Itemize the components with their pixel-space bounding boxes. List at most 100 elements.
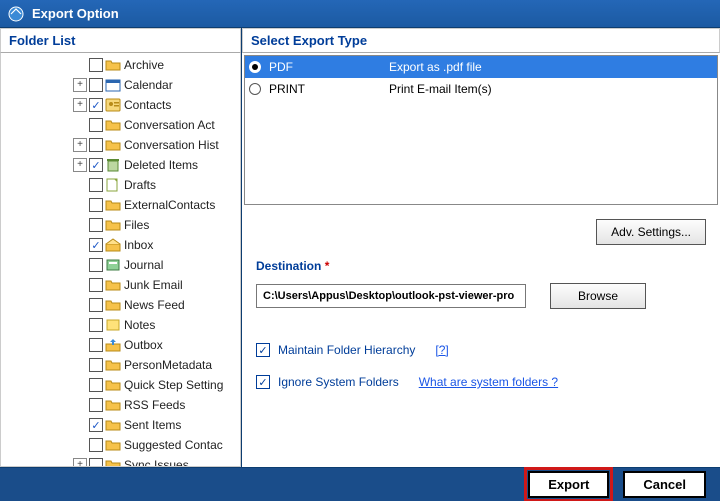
- maintain-hierarchy-checkbox[interactable]: ✓: [256, 343, 270, 357]
- folder-icon: [105, 278, 121, 292]
- folder-icon: [105, 418, 121, 432]
- adv-settings-button[interactable]: Adv. Settings...: [596, 219, 706, 245]
- export-radio[interactable]: [249, 61, 261, 73]
- folder-icon: [105, 358, 121, 372]
- folder-checkbox[interactable]: ✓: [89, 98, 103, 112]
- folder-checkbox[interactable]: [89, 78, 103, 92]
- tree-item[interactable]: +✓Contacts: [1, 95, 241, 115]
- folder-checkbox[interactable]: [89, 318, 103, 332]
- folder-checkbox[interactable]: [89, 278, 103, 292]
- folder-label: Conversation Act: [124, 118, 215, 132]
- export-desc: Export as .pdf file: [389, 60, 482, 74]
- folder-checkbox[interactable]: [89, 398, 103, 412]
- system-folders-link[interactable]: What are system folders ?: [419, 375, 558, 389]
- trash-icon: [105, 158, 121, 172]
- folder-checkbox[interactable]: [89, 58, 103, 72]
- drafts-icon: [105, 178, 121, 192]
- tree-item[interactable]: Archive: [1, 55, 241, 75]
- required-star: *: [325, 259, 330, 273]
- ignore-system-checkbox[interactable]: ✓: [256, 375, 270, 389]
- cancel-button[interactable]: Cancel: [623, 471, 706, 498]
- journal-icon: [105, 258, 121, 272]
- maintain-help-link[interactable]: [?]: [435, 343, 448, 357]
- tree-item[interactable]: +✓Deleted Items: [1, 155, 241, 175]
- expand-icon[interactable]: +: [73, 98, 87, 112]
- export-radio[interactable]: [249, 83, 261, 95]
- folder-checkbox[interactable]: [89, 378, 103, 392]
- inbox-icon: [105, 238, 121, 252]
- folder-checkbox[interactable]: ✓: [89, 418, 103, 432]
- tree-item[interactable]: Drafts: [1, 175, 241, 195]
- tree-item[interactable]: ✓Inbox: [1, 235, 241, 255]
- tree-item[interactable]: Outbox: [1, 335, 241, 355]
- tree-item[interactable]: Journal: [1, 255, 241, 275]
- tree-item[interactable]: ExternalContacts: [1, 195, 241, 215]
- folder-icon: [105, 58, 121, 72]
- browse-button[interactable]: Browse: [550, 283, 646, 309]
- expand-icon[interactable]: +: [73, 138, 87, 152]
- tree-item[interactable]: Quick Step Setting: [1, 375, 241, 395]
- tree-item[interactable]: ✓Sent Items: [1, 415, 241, 435]
- export-type-list: PDF Export as .pdf file PRINT Print E-ma…: [244, 55, 718, 205]
- export-type-header: Select Export Type: [242, 28, 720, 53]
- folder-checkbox[interactable]: [89, 218, 103, 232]
- tree-item[interactable]: Files: [1, 215, 241, 235]
- export-type-row[interactable]: PDF Export as .pdf file: [245, 56, 717, 78]
- expand-icon[interactable]: +: [73, 158, 87, 172]
- expand-icon[interactable]: +: [73, 78, 87, 92]
- folder-label: Quick Step Setting: [124, 378, 223, 392]
- folder-checkbox[interactable]: [89, 118, 103, 132]
- folder-checkbox[interactable]: [89, 258, 103, 272]
- destination-label: Destination *: [242, 255, 720, 277]
- destination-input[interactable]: [256, 284, 526, 308]
- ignore-system-option[interactable]: ✓ Ignore System Folders What are system …: [256, 375, 720, 389]
- folder-checkbox[interactable]: [89, 138, 103, 152]
- tree-item[interactable]: +Conversation Hist: [1, 135, 241, 155]
- folder-label: PersonMetadata: [124, 358, 212, 372]
- export-type-row[interactable]: PRINT Print E-mail Item(s): [245, 78, 717, 100]
- folder-icon: [105, 218, 121, 232]
- tree-item[interactable]: PersonMetadata: [1, 355, 241, 375]
- folder-icon: [105, 298, 121, 312]
- folder-label: Junk Email: [124, 278, 183, 292]
- folder-checkbox[interactable]: [89, 178, 103, 192]
- expand-icon[interactable]: +: [73, 458, 87, 467]
- tree-item[interactable]: Conversation Act: [1, 115, 241, 135]
- folder-icon: [105, 378, 121, 392]
- folder-label: Archive: [124, 58, 164, 72]
- tree-item[interactable]: Notes: [1, 315, 241, 335]
- folder-checkbox[interactable]: [89, 458, 103, 467]
- notes-icon: [105, 318, 121, 332]
- folder-checkbox[interactable]: [89, 198, 103, 212]
- window-title: Export Option: [32, 6, 119, 21]
- folder-tree[interactable]: Archive +Calendar+✓Contacts Conversation A…: [0, 53, 241, 467]
- folder-checkbox[interactable]: [89, 438, 103, 452]
- folder-label: ExternalContacts: [124, 198, 215, 212]
- folder-checkbox[interactable]: ✓: [89, 238, 103, 252]
- folder-list-header: Folder List: [0, 28, 241, 53]
- folder-icon: [105, 138, 121, 152]
- maintain-hierarchy-option[interactable]: ✓ Maintain Folder Hierarchy [?]: [256, 343, 720, 357]
- folder-icon: [105, 458, 121, 467]
- folder-checkbox[interactable]: [89, 298, 103, 312]
- export-desc: Print E-mail Item(s): [389, 82, 492, 96]
- tree-item[interactable]: +Calendar: [1, 75, 241, 95]
- folder-icon: [105, 118, 121, 132]
- folder-label: Drafts: [124, 178, 156, 192]
- folder-checkbox[interactable]: [89, 358, 103, 372]
- outbox-icon: [105, 338, 121, 352]
- folder-icon: [105, 398, 121, 412]
- folder-checkbox[interactable]: [89, 338, 103, 352]
- folder-icon: [105, 198, 121, 212]
- tree-item[interactable]: RSS Feeds: [1, 395, 241, 415]
- footer: Export Cancel: [0, 467, 720, 501]
- tree-item[interactable]: News Feed: [1, 295, 241, 315]
- tree-item[interactable]: Junk Email: [1, 275, 241, 295]
- export-button[interactable]: Export: [528, 471, 609, 498]
- app-icon: [8, 6, 24, 22]
- folder-label: News Feed: [124, 298, 185, 312]
- folder-icon: [105, 438, 121, 452]
- tree-item[interactable]: Suggested Contac: [1, 435, 241, 455]
- tree-item[interactable]: +Sync Issues: [1, 455, 241, 467]
- folder-checkbox[interactable]: ✓: [89, 158, 103, 172]
